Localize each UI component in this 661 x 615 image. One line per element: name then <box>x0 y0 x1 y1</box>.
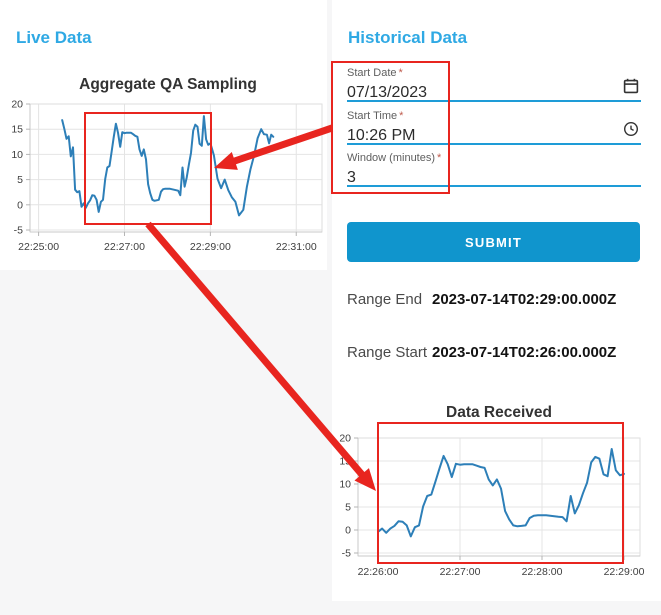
field-underline <box>347 100 641 102</box>
y-tick-label: 0 <box>345 525 351 537</box>
required-asterisk: * <box>437 152 442 164</box>
x-tick-label: 22:29:00 <box>190 241 231 253</box>
submit-button[interactable]: SUBMIT <box>347 222 640 262</box>
x-tick-label: 22:25:00 <box>18 241 59 253</box>
x-tick-label: 22:28:00 <box>522 566 563 578</box>
x-tick-label: 22:27:00 <box>440 566 481 578</box>
field-underline <box>347 143 641 145</box>
aggregate-qa-sampling-chart: 20 15 10 5 0 -5 22:25:00 22:27:00 22:29:00 22:31:… <box>11 76 323 253</box>
aggregate-qa-line <box>61 115 275 217</box>
y-tick-label: 10 <box>339 479 351 491</box>
chart-title: Aggregate QA Sampling <box>79 76 257 93</box>
y-tick-label: 0 <box>17 199 23 211</box>
historical-data-title: Historical Data <box>348 28 468 48</box>
y-tick-label: 5 <box>17 174 23 186</box>
x-tick-label: 22:29:00 <box>604 566 645 578</box>
data-received-chart: 20 15 10 5 0 -5 22:26:00 22:27:00 22:28:00 22:29:… <box>339 404 645 578</box>
y-tick-label: -5 <box>342 548 351 560</box>
field-row-window-minutes-: Window (minutes) * 3 <box>347 148 641 187</box>
field-label: Start Date <box>347 67 397 79</box>
result-label: Range Start <box>347 344 428 361</box>
y-tick-label: 15 <box>339 456 351 468</box>
x-tick-label: 22:26:00 <box>358 566 399 578</box>
field-row-start-date: Start Date * 07/13/2023 <box>347 63 641 102</box>
result-value: 2023-07-14T02:29:00.000Z <box>432 291 617 308</box>
clock-icon[interactable] <box>623 121 639 137</box>
x-tick-label: 22:31:00 <box>276 241 317 253</box>
y-tick-label: -5 <box>14 225 23 237</box>
live-data-title: Live Data <box>16 28 92 48</box>
field-label: Window (minutes) <box>347 152 436 164</box>
chart-title: Data Received <box>446 404 552 421</box>
y-tick-label: 5 <box>345 502 351 514</box>
result-row-range-end: Range End 2023-07-14T02:29:00.000Z <box>347 291 647 311</box>
result-value: 2023-07-14T02:26:00.000Z <box>432 344 617 361</box>
calendar-icon[interactable] <box>623 78 639 94</box>
y-tick-label: 20 <box>11 99 23 111</box>
app-root: Live Data Historical Data 20 15 10 5 0 -5 22:2… <box>0 0 661 615</box>
data-received-line <box>377 448 625 538</box>
result-row-range-start: Range Start 2023-07-14T02:26:00.000Z <box>347 344 647 364</box>
result-label: Range End <box>347 291 423 308</box>
y-tick-label: 10 <box>11 149 23 161</box>
field-label: Start Time <box>347 110 398 122</box>
field-underline <box>347 185 641 187</box>
y-tick-label: 20 <box>339 433 351 445</box>
y-tick-label: 15 <box>11 124 23 136</box>
x-tick-label: 22:27:00 <box>104 241 145 253</box>
field-row-start-time: Start Time * 10:26 PM <box>347 106 641 145</box>
required-asterisk: * <box>399 110 404 122</box>
required-asterisk: * <box>398 67 403 79</box>
